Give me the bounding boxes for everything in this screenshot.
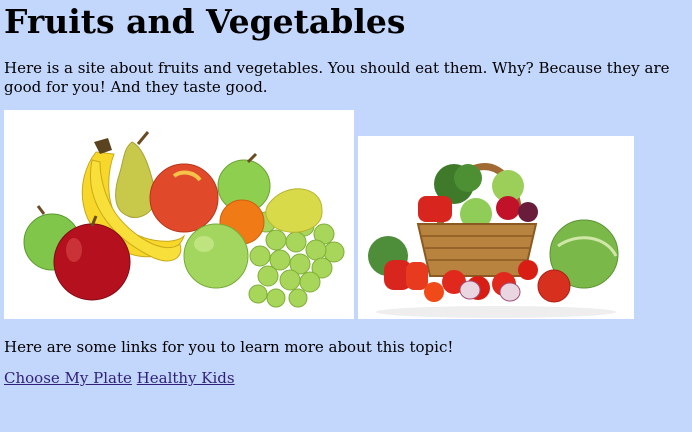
fruits-image bbox=[4, 110, 354, 319]
link-choose-my-plate[interactable]: Choose My Plate bbox=[4, 369, 132, 387]
link-healthy-kids[interactable]: Healthy Kids bbox=[137, 369, 235, 387]
intro-paragraph: Here is a site about fruits and vegetabl… bbox=[4, 59, 670, 96]
image-row bbox=[4, 110, 688, 324]
vegetables-image bbox=[358, 136, 634, 319]
links-intro-text: Here are some links for you to learn mor… bbox=[4, 338, 454, 356]
page: Fruits and Vegetables Here is a site abo… bbox=[0, 0, 692, 388]
page-title: Fruits and Vegetables bbox=[4, 2, 406, 41]
links-row: Choose My Plate Healthy Kids bbox=[4, 369, 688, 388]
